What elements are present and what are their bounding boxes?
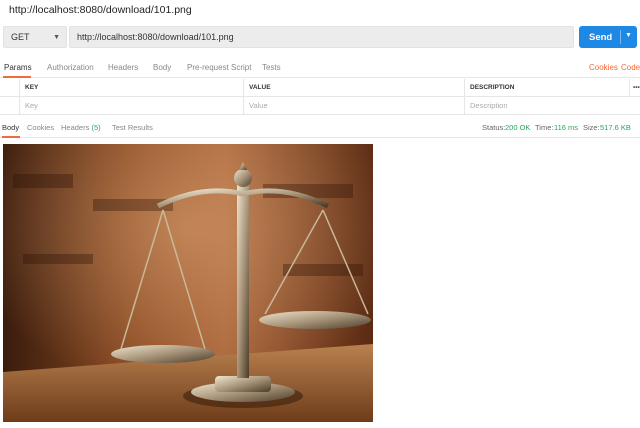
tab-response-headers-label: Headers bbox=[61, 123, 90, 132]
active-tab-indicator bbox=[2, 136, 20, 138]
tab-headers[interactable]: Headers bbox=[108, 63, 138, 72]
scales-of-justice-image bbox=[3, 144, 373, 422]
size-value: 517.6 KB bbox=[600, 123, 631, 132]
key-input[interactable]: Key bbox=[19, 97, 243, 115]
status-value: 200 OK bbox=[505, 123, 531, 132]
tab-params[interactable]: Params bbox=[4, 63, 32, 72]
code-link[interactable]: Code bbox=[621, 63, 640, 72]
tab-test-results[interactable]: Test Results bbox=[112, 123, 153, 132]
column-header-key: KEY bbox=[19, 79, 243, 97]
chevron-down-icon: ▼ bbox=[53, 34, 60, 41]
response-tabs: Body Cookies Headers (5) Test Results St… bbox=[0, 120, 640, 138]
tab-response-body[interactable]: Body bbox=[2, 123, 19, 132]
table-header-row: KEY VALUE DESCRIPTION ••• bbox=[0, 79, 640, 97]
tab-authorization[interactable]: Authorization bbox=[47, 63, 94, 72]
checkbox-column-header bbox=[0, 79, 19, 97]
size-label: Size: bbox=[583, 123, 600, 132]
cookies-link[interactable]: Cookies bbox=[589, 63, 618, 72]
window-title: http://localhost:8080/download/101.png bbox=[9, 4, 192, 16]
url-input[interactable]: http://localhost:8080/download/101.png bbox=[69, 26, 574, 48]
more-options-icon[interactable]: ••• bbox=[629, 79, 640, 97]
request-bar: GET ▼ http://localhost:8080/download/101… bbox=[0, 24, 640, 52]
headers-count-badge: (5) bbox=[91, 123, 101, 132]
method-select[interactable]: GET ▼ bbox=[3, 26, 67, 48]
request-tabs: Params Authorization Headers Body Pre-re… bbox=[0, 60, 640, 78]
tab-response-headers[interactable]: Headers (5) bbox=[61, 123, 101, 132]
method-label: GET bbox=[11, 32, 30, 42]
row-checkbox-cell bbox=[0, 97, 19, 115]
send-button-label: Send bbox=[589, 32, 613, 43]
tab-prerequest-script[interactable]: Pre-request Script bbox=[187, 63, 251, 72]
active-tab-indicator bbox=[3, 76, 31, 78]
tab-tests[interactable]: Tests bbox=[262, 63, 281, 72]
description-input[interactable]: Description bbox=[464, 97, 629, 115]
table-row: Key Value Description bbox=[0, 97, 640, 115]
chevron-down-icon[interactable]: ▼ bbox=[625, 32, 632, 39]
column-header-description: DESCRIPTION bbox=[464, 79, 629, 97]
time-value: 116 ms bbox=[554, 123, 579, 132]
tab-response-cookies[interactable]: Cookies bbox=[27, 123, 54, 132]
tab-body[interactable]: Body bbox=[153, 63, 171, 72]
value-input[interactable]: Value bbox=[243, 97, 464, 115]
params-table: KEY VALUE DESCRIPTION ••• Key Value Desc… bbox=[0, 79, 640, 115]
time-label: Time: bbox=[535, 123, 554, 132]
column-header-value: VALUE bbox=[243, 79, 464, 97]
response-image-preview bbox=[3, 144, 373, 422]
send-button[interactable]: Send ▼ bbox=[579, 26, 637, 48]
status-label: Status: bbox=[482, 123, 506, 132]
send-button-divider bbox=[620, 30, 621, 44]
